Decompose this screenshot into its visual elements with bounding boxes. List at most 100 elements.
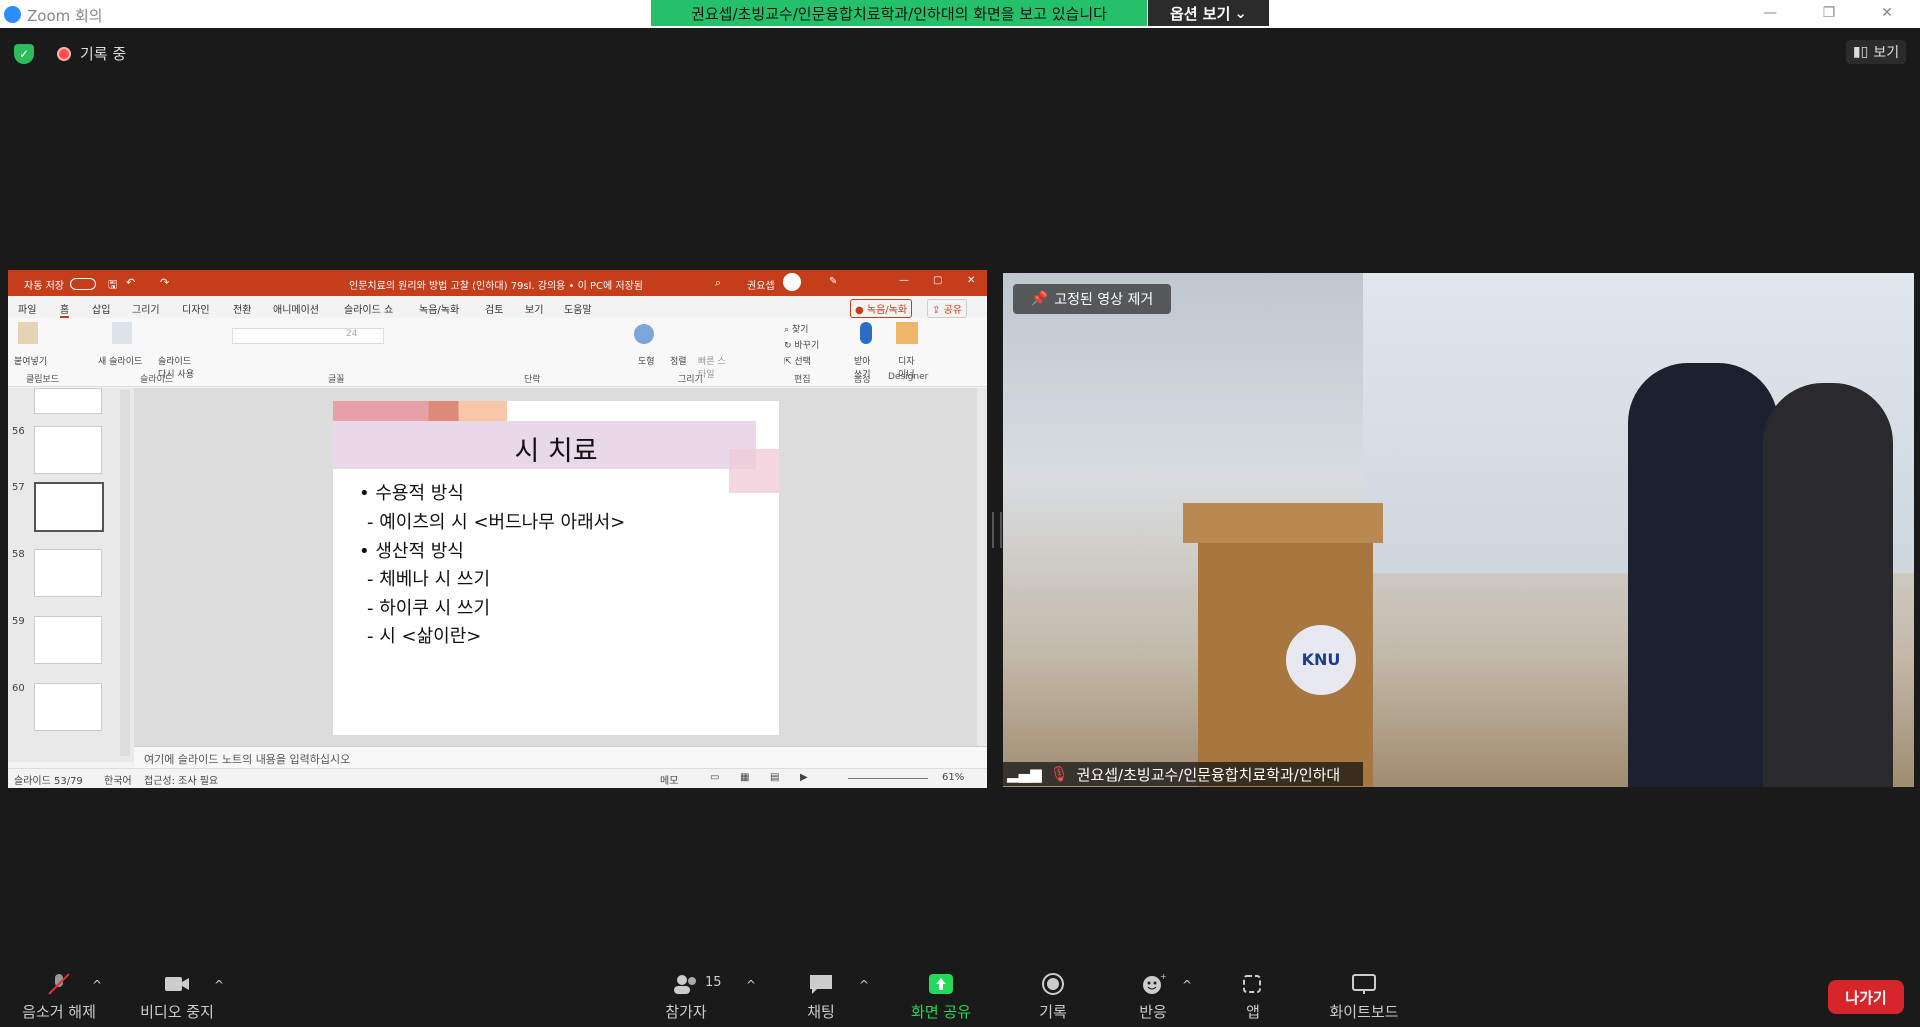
autosave-toggle[interactable] [70,278,96,290]
sorter-view-icon[interactable]: ▦ [740,772,749,783]
apps-icon [1243,975,1261,993]
view-button[interactable]: ▮▯ 보기 [1846,40,1906,64]
menu-help[interactable]: 도움말 [564,301,592,316]
share-button[interactable]: ⇪ 공유 [927,299,967,318]
share-screen-button[interactable]: 화면 공유 [906,973,976,1022]
new-slide-icon[interactable] [112,322,132,344]
redo-icon[interactable]: ↷ [160,276,169,289]
menu-file[interactable]: 파일 [18,301,36,316]
find-button[interactable]: ⌕ 찾기 [784,322,808,335]
reactions-chevron-icon[interactable]: ^ [1182,978,1192,992]
participant-count: 15 [705,975,722,990]
minimize-icon[interactable]: — [899,275,909,286]
record-button[interactable]: ● 녹음/녹화 [850,299,913,318]
unpin-video-button[interactable]: 📌 고정된 영상 제거 [1013,284,1171,314]
paste-icon[interactable] [18,322,38,344]
replace-button[interactable]: ↻ 바꾸기 [784,338,819,351]
save-icon[interactable]: 🖫 [108,276,117,295]
thumbnail-number: 59 [12,616,25,627]
group-voice: 음성 [854,375,871,385]
group-slides: 슬라이드 [140,375,174,385]
stop-video-button[interactable]: 비디오 중지 [132,973,222,1022]
current-slide[interactable]: 시 치료 • 수용적 방식 - 예이츠의 시 <버드나무 아래서> • 생산적 … [333,401,779,735]
thumbnail-number: 60 [12,683,25,694]
unmute-button[interactable]: 음소거 해제 [14,973,104,1022]
zoom-slider[interactable] [848,778,928,779]
share-button-label: 공유 [943,305,962,316]
thumbnail-scrollbar[interactable] [120,390,130,756]
zoom-level[interactable]: 61% [942,772,964,783]
slide-title: 시 치료 [514,436,598,467]
ppt-titlebar: 자동 저장 🖫 ↶ ↷ 인문치료의 원리와 방법 고찰 (인하대) 79sl. … [8,270,987,296]
minimize-icon[interactable]: — [1755,3,1785,23]
arrange-label[interactable]: 정렬 [670,354,687,367]
search-icon[interactable]: ⌕ [715,276,721,290]
menu-draw[interactable]: 그리기 [132,301,160,316]
participants-chevron-icon[interactable]: ^ [746,978,756,992]
participant-video[interactable]: KNU [1003,273,1914,787]
notes-button[interactable]: 메모 [660,772,678,787]
record-button-zoom[interactable]: 기록 [1023,973,1083,1022]
record-button-label: 녹음/녹화 [866,305,908,316]
new-slide-label[interactable]: 새 슬라이드 [98,354,142,367]
splitter-handle[interactable] [992,512,1002,548]
group-paragraph: 단락 [524,375,541,385]
select-button[interactable]: ⇱ 선택 [784,354,811,367]
menu-animations[interactable]: 애니메이션 [273,301,319,316]
font-size-select[interactable]: 24 [346,329,357,339]
menu-design[interactable]: 디자인 [182,301,210,316]
restore-icon[interactable]: ▢ [933,275,942,286]
view-options-button[interactable]: 옵션 보기 ⌄ [1148,0,1269,26]
menu-transitions[interactable]: 전환 [233,301,251,316]
chat-button[interactable]: 채팅 [796,973,846,1022]
unpin-label: 고정된 영상 제거 [1054,292,1154,308]
notes-pane[interactable]: 여기에 슬라이드 노트의 내용을 입력하십시오 [134,746,987,769]
shape-icon[interactable] [634,324,654,344]
slide-bullet: - 시 <삶이란> [367,626,482,647]
editor-scrollbar[interactable] [977,388,987,746]
slide-thumbnail-selected[interactable] [34,482,104,532]
slide-thumbnail[interactable] [34,683,102,731]
audio-options-chevron-icon[interactable]: ^ [92,978,102,992]
language-indicator[interactable]: 한국어 [104,772,132,787]
leave-meeting-button[interactable]: 나가기 [1828,980,1904,1014]
microphone-icon[interactable] [860,322,872,344]
menu-view[interactable]: 보기 [525,301,543,316]
apps-button[interactable]: 앱 [1223,973,1283,1022]
slide-thumbnail[interactable] [34,549,102,597]
shape-label[interactable]: 도형 [638,354,655,367]
slideshow-view-icon[interactable]: ▶ [800,772,808,783]
menu-slideshow[interactable]: 슬라이드 쇼 [344,301,393,316]
slide-thumbnail[interactable] [34,426,102,474]
reactions-button[interactable]: + 반응 [1123,973,1183,1022]
designer-icon[interactable] [896,322,918,344]
slide-bullet: - 예이츠의 시 <버드나무 아래서> [367,512,626,533]
pen-icon[interactable]: ✎ [829,276,837,287]
menu-insert[interactable]: 삽입 [92,301,110,316]
normal-view-icon[interactable]: ▭ [710,772,719,783]
accessibility-status[interactable]: 접근성: 조사 필요 [144,772,218,787]
paste-label[interactable]: 붙여넣기 [14,354,47,367]
whiteboard-button[interactable]: 화이트보드 [1326,973,1402,1022]
reading-view-icon[interactable]: ▤ [770,772,779,783]
apps-label: 앱 [1246,1003,1260,1021]
close-icon[interactable]: ✕ [1872,3,1902,23]
notes-placeholder: 여기에 슬라이드 노트의 내용을 입력하십시오 [144,753,351,766]
font-name-select[interactable] [232,328,384,344]
slide-thumbnail[interactable] [34,388,102,414]
menu-recording[interactable]: 녹음/녹화 [419,301,459,316]
video-options-chevron-icon[interactable]: ^ [214,978,224,992]
menu-home[interactable]: 홈 [60,301,70,318]
signal-strength-icon: ▂▄▆ [1007,765,1042,783]
undo-icon[interactable]: ↶ [126,276,135,289]
menu-review[interactable]: 검토 [485,301,503,316]
encryption-shield-icon[interactable]: ✓ [14,44,34,64]
close-icon[interactable]: ✕ [967,275,975,286]
chat-chevron-icon[interactable]: ^ [859,978,869,992]
avatar[interactable] [783,273,801,291]
participant-name: 권요셉/초빙교수/인문융합치료학과/인하대 [1076,765,1341,784]
restore-icon[interactable]: ❐ [1814,3,1844,23]
slide-bullet: - 체베나 시 쓰기 [367,569,491,590]
slide-thumbnail[interactable] [34,616,102,664]
whiteboard-label: 화이트보드 [1329,1003,1399,1021]
